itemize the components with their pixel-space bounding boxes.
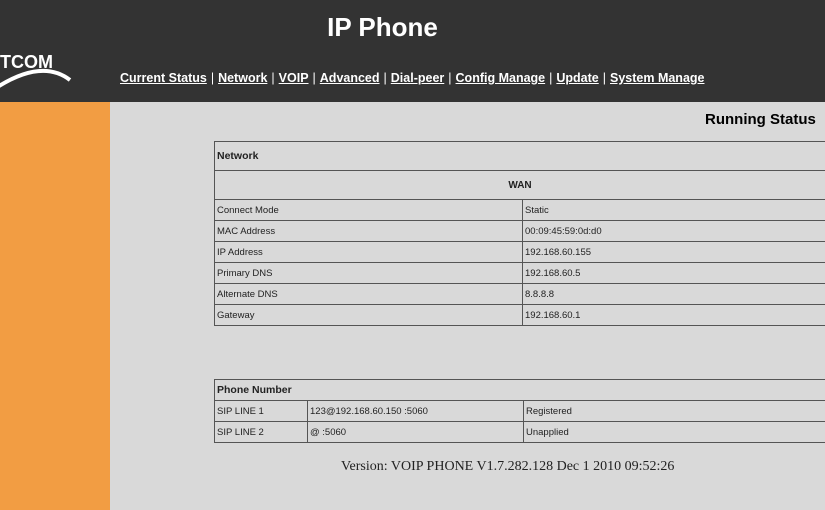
nav-advanced[interactable]: Advanced [320, 71, 380, 85]
nav-config-manage[interactable]: Config Manage [456, 71, 546, 85]
logo-text: TCOM [0, 52, 53, 72]
nav-separator: | [312, 71, 316, 85]
phone-table-title: Phone Number [214, 379, 825, 401]
network-table: Network WAN Connect Mode Static MAC Addr… [214, 141, 825, 326]
nav-separator: | [549, 71, 553, 85]
table-row: MAC Address 00:09:45:59:0d:d0 [214, 220, 825, 242]
nav-dial-peer[interactable]: Dial-peer [391, 71, 445, 85]
nav-system-manage[interactable]: System Manage [610, 71, 704, 85]
row-value: 192.168.60.5 [522, 262, 825, 284]
row-label: Alternate DNS [214, 283, 523, 305]
header-bar: TCOM IP Phone Current Status | Network | VOI… [0, 0, 825, 102]
nav-separator: | [448, 71, 452, 85]
nav-separator: | [271, 71, 275, 85]
nav-separator: | [383, 71, 387, 85]
row-label: Gateway [214, 304, 523, 326]
table-row: Alternate DNS 8.8.8.8 [214, 283, 825, 305]
row-value: 192.168.60.1 [522, 304, 825, 326]
network-table-title: Network [214, 141, 825, 171]
nav-separator: | [602, 71, 606, 85]
row-value: Static [522, 199, 825, 221]
row-label: MAC Address [214, 220, 523, 242]
sip-line-label: SIP LINE 2 [214, 421, 308, 443]
sip-line-label: SIP LINE 1 [214, 400, 308, 422]
wan-section-label: WAN [214, 170, 825, 200]
sip-line-number: @ :5060 [307, 421, 524, 443]
row-value: 192.168.60.155 [522, 241, 825, 263]
sip-line-status: Registered [523, 400, 825, 422]
row-label: Connect Mode [214, 199, 523, 221]
sip-line-status: Unapplied [523, 421, 825, 443]
table-row: Connect Mode Static [214, 199, 825, 221]
main-nav: Current Status | Network | VOIP | Advanced | Dia… [120, 71, 704, 85]
nav-voip[interactable]: VOIP [279, 71, 309, 85]
table-row: Primary DNS 192.168.60.5 [214, 262, 825, 284]
table-row: IP Address 192.168.60.155 [214, 241, 825, 263]
table-row: SIP LINE 2 @ :5060 Unapplied [214, 421, 825, 443]
row-value: 00:09:45:59:0d:d0 [522, 220, 825, 242]
table-row: SIP LINE 1 123@192.168.60.150 :5060 Regi… [214, 400, 825, 422]
section-heading: Running Status [705, 111, 816, 128]
nav-network[interactable]: Network [218, 71, 267, 85]
nav-separator: | [210, 71, 215, 85]
sip-line-number: 123@192.168.60.150 :5060 [307, 400, 524, 422]
version-text: Version: VOIP PHONE V1.7.282.128 Dec 1 2… [341, 459, 675, 474]
row-label: IP Address [214, 241, 523, 263]
nav-update[interactable]: Update [556, 71, 598, 85]
row-value: 8.8.8.8 [522, 283, 825, 305]
page-title: IP Phone [327, 12, 438, 42]
phone-number-table: Phone Number SIP LINE 1 123@192.168.60.1… [214, 379, 825, 443]
nav-current-status[interactable]: Current Status [120, 71, 207, 85]
row-label: Primary DNS [214, 262, 523, 284]
sidebar [0, 102, 110, 510]
table-row: Gateway 192.168.60.1 [214, 304, 825, 326]
